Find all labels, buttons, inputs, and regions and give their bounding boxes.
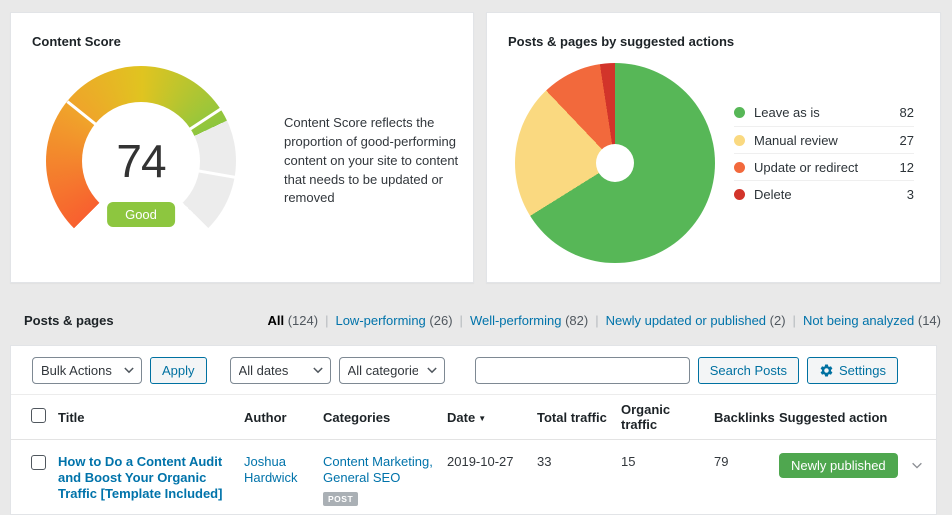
select-all-checkbox[interactable]	[31, 408, 46, 423]
backlinks-value: 79	[714, 440, 779, 515]
column-header-categories[interactable]: Categories	[323, 395, 447, 440]
filter-tab-newly-updated[interactable]: Newly updated or published (2)	[606, 313, 803, 328]
legend-label: Update or redirect	[754, 160, 900, 175]
posts-table-card: Bulk Actions Apply All dates All categor…	[10, 345, 937, 515]
posts-pages-section-bar: Posts & pages All (124) Low-performing (…	[24, 306, 941, 334]
column-header-backlinks[interactable]: Backlinks	[714, 395, 779, 440]
filter-tabs: All (124) Low-performing (26) Well-perfo…	[267, 313, 941, 328]
dates-select-wrap: All dates	[215, 357, 331, 384]
suggested-actions-donut-chart	[515, 63, 715, 263]
post-title-link[interactable]: How to Do a Content Audit and Boost Your…	[58, 454, 236, 502]
gear-icon	[819, 363, 834, 378]
bulk-actions-select[interactable]: Bulk Actions	[32, 357, 142, 384]
ahrefs-seo-dashboard: Content Score 74 Good Content Score refl…	[0, 0, 952, 515]
posts-pages-section-title: Posts & pages	[24, 313, 114, 328]
settings-label: Settings	[839, 363, 886, 378]
column-header-organic-traffic[interactable]: Organic traffic	[621, 395, 714, 440]
content-score-description: Content Score reflects the proportion of…	[284, 114, 466, 208]
organic-traffic-value: 15	[621, 440, 714, 515]
content-score-card: Content Score 74 Good Content Score refl…	[10, 12, 474, 283]
categories-select[interactable]: All categories	[339, 357, 445, 384]
donut-legend: Leave as is 82 Manual review 27 Update o…	[734, 99, 914, 207]
legend-dot-yellow-icon	[734, 135, 745, 146]
legend-dot-green-icon	[734, 107, 745, 118]
suggested-actions-title: Posts & pages by suggested actions	[508, 34, 734, 49]
column-header-suggested-action[interactable]: Suggested action	[779, 395, 910, 440]
post-date: 2019-10-27	[447, 440, 537, 515]
legend-item-delete: Delete 3	[734, 180, 914, 207]
table-row: How to Do a Content Audit and Boost Your…	[11, 440, 936, 515]
content-score-status-badge: Good	[107, 202, 175, 227]
search-group: Search Posts Settings	[475, 357, 898, 384]
content-score-gauge: 74 Good	[46, 66, 236, 256]
total-traffic-value: 33	[537, 440, 621, 515]
search-input[interactable]	[475, 357, 690, 384]
filter-tab-low-performing[interactable]: Low-performing (26)	[335, 313, 469, 328]
post-type-badge: POST	[323, 492, 358, 506]
content-score-title: Content Score	[32, 34, 121, 49]
legend-item-update-or-redirect: Update or redirect 12	[734, 153, 914, 180]
filter-tab-well-performing[interactable]: Well-performing (82)	[470, 313, 606, 328]
legend-value: 12	[900, 160, 914, 175]
table-header-row: Title Author Categories Date▼ Total traf…	[11, 395, 936, 440]
dates-select[interactable]: All dates	[230, 357, 331, 384]
suggested-actions-card: Posts & pages by suggested actions Leave…	[486, 12, 941, 283]
legend-dot-orange-icon	[734, 162, 745, 173]
bulk-actions-select-wrap: Bulk Actions	[32, 357, 142, 384]
apply-button[interactable]: Apply	[150, 357, 207, 384]
legend-label: Manual review	[754, 133, 900, 148]
filter-tab-not-analyzed[interactable]: Not being analyzed (14)	[803, 313, 941, 328]
column-header-author[interactable]: Author	[244, 395, 323, 440]
column-header-date[interactable]: Date▼	[447, 395, 537, 440]
legend-item-leave-as-is: Leave as is 82	[734, 99, 914, 126]
suggested-action-badge[interactable]: Newly published	[779, 453, 898, 478]
donut-hole	[596, 144, 634, 182]
author-link[interactable]: Joshua Hardwick	[244, 454, 297, 485]
legend-value: 82	[900, 105, 914, 120]
table-toolbar: Bulk Actions Apply All dates All categor…	[11, 346, 936, 395]
expand-row-chevron-down-icon[interactable]	[910, 458, 924, 475]
posts-table: Title Author Categories Date▼ Total traf…	[11, 395, 936, 514]
legend-value: 3	[907, 187, 914, 202]
categories-select-wrap: All categories	[339, 357, 445, 384]
settings-button[interactable]: Settings	[807, 357, 898, 384]
legend-dot-red-icon	[734, 189, 745, 200]
column-header-title[interactable]: Title	[58, 395, 244, 440]
column-header-total-traffic[interactable]: Total traffic	[537, 395, 621, 440]
legend-item-manual-review: Manual review 27	[734, 126, 914, 153]
legend-label: Delete	[754, 187, 907, 202]
content-score-value: 74	[46, 134, 236, 188]
categories-link[interactable]: Content Marketing, General SEO	[323, 454, 433, 485]
legend-value: 27	[900, 133, 914, 148]
search-posts-button[interactable]: Search Posts	[698, 357, 799, 384]
legend-label: Leave as is	[754, 105, 900, 120]
sort-desc-icon: ▼	[478, 414, 486, 423]
row-checkbox[interactable]	[31, 455, 46, 470]
filter-tab-all[interactable]: All (124)	[267, 313, 335, 328]
